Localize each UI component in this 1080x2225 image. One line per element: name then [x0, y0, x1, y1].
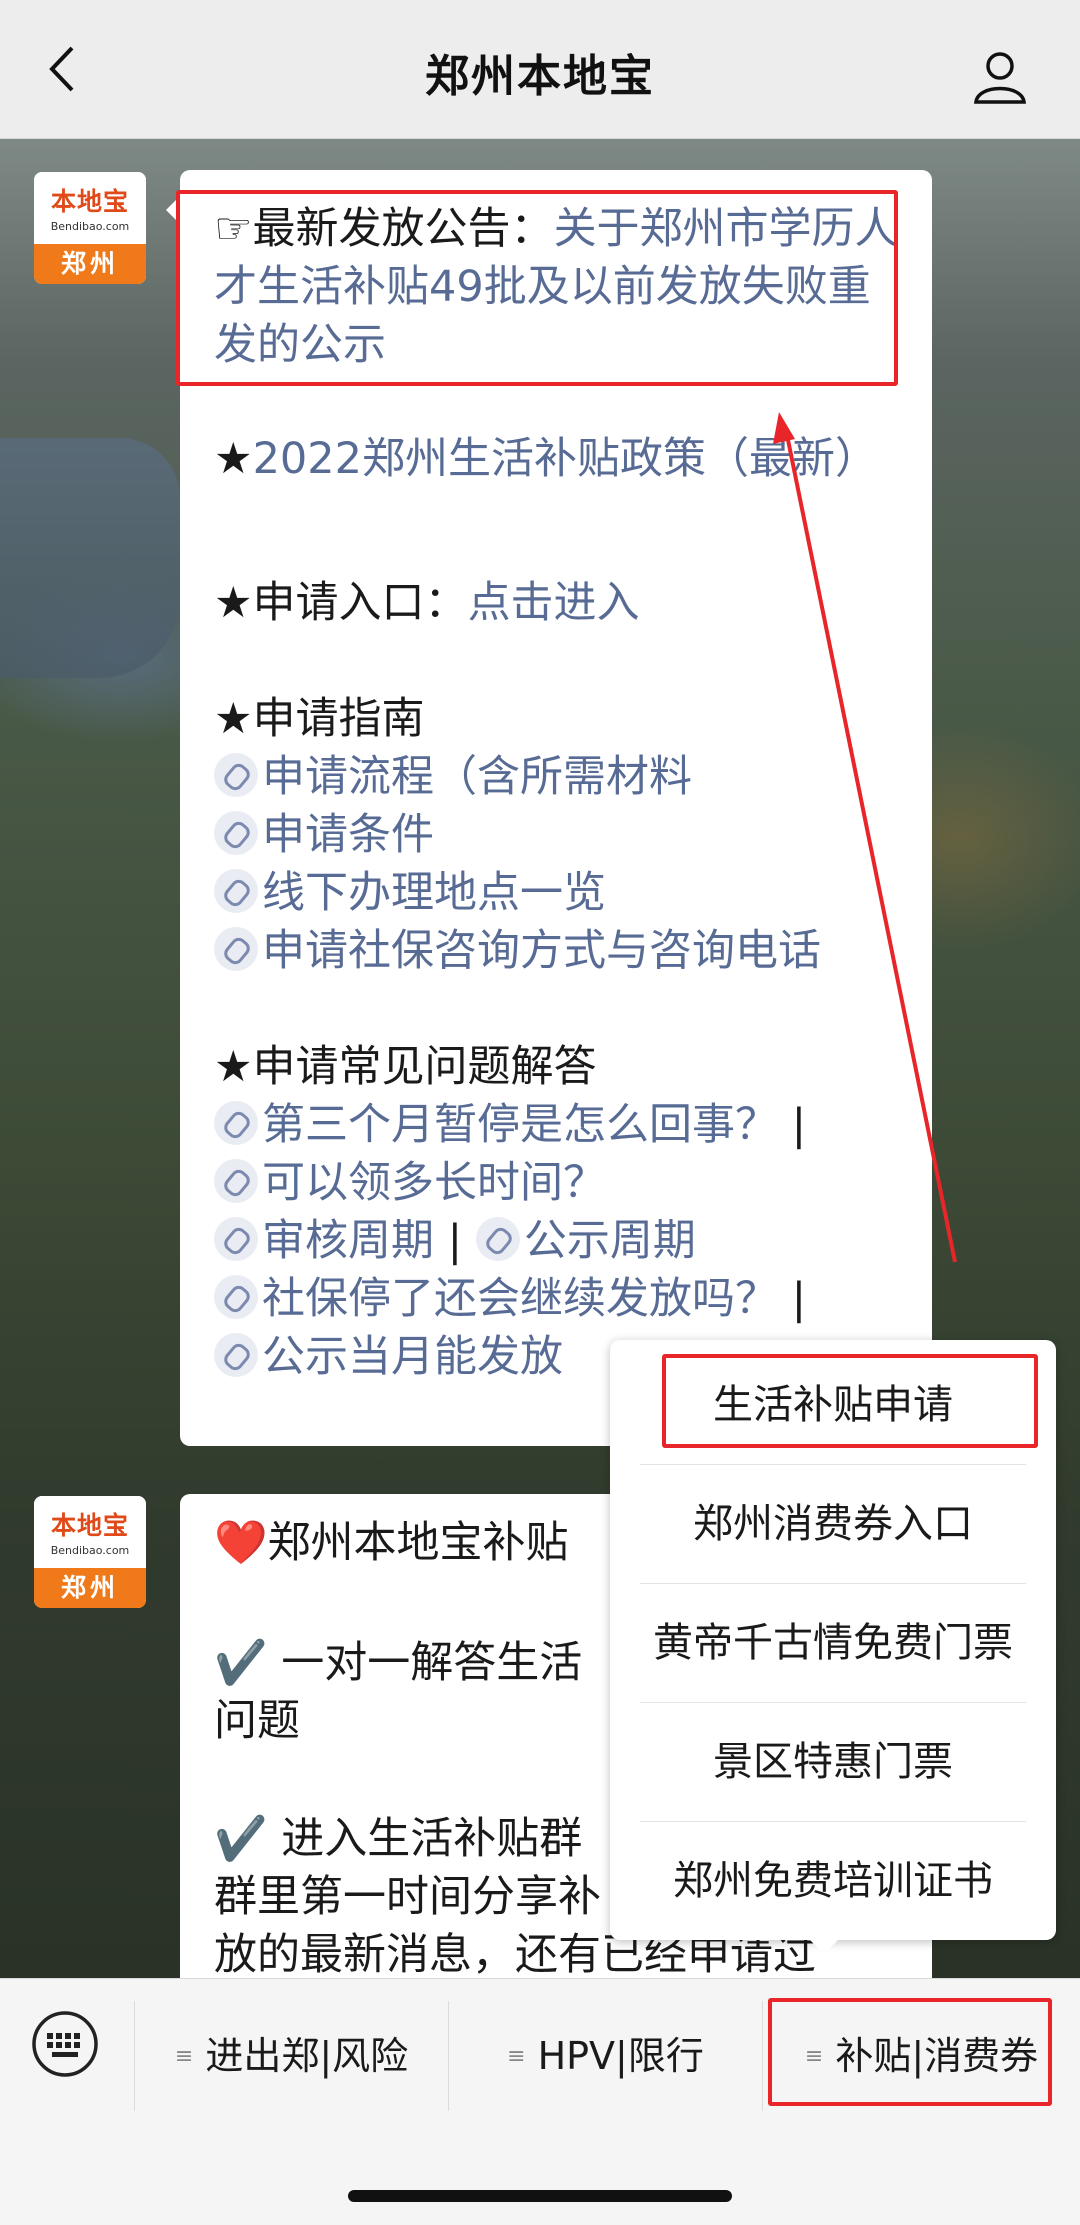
avatar-site: Bendibao.com: [50, 1544, 130, 1557]
avatar[interactable]: 本地宝 Bendibao.com 郑州: [34, 1496, 146, 1608]
highlight-box-tab: [768, 1998, 1052, 2106]
tab-hpv-restriction[interactable]: ≡ HPV|限行: [449, 2001, 762, 2111]
highlight-box-menu-item: [662, 1354, 1038, 1448]
tab-entry-risk[interactable]: ≡ 进出郑|风险: [135, 2001, 448, 2111]
menu-lines-icon: ≡: [174, 2044, 194, 2069]
avatar-logo: 本地宝: [50, 1511, 129, 1540]
menu-lines-icon: ≡: [507, 2044, 526, 2069]
menu-item-consumer-voucher[interactable]: 郑州消费券入口: [640, 1465, 1026, 1584]
avatar-city: 郑州: [34, 1568, 146, 1608]
menu-item-training-certificate[interactable]: 郑州免费培训证书: [640, 1822, 1026, 1940]
keyboard-icon[interactable]: [30, 2009, 100, 2079]
tab-label: 进出郑|风险: [205, 2034, 409, 2078]
menu-item-free-ticket[interactable]: 黄帝千古情免费门票: [640, 1584, 1026, 1703]
menu-item-scenic-discount[interactable]: 景区特惠门票: [640, 1703, 1026, 1822]
tab-label: HPV|限行: [537, 2034, 704, 2078]
home-indicator[interactable]: [348, 2190, 732, 2202]
